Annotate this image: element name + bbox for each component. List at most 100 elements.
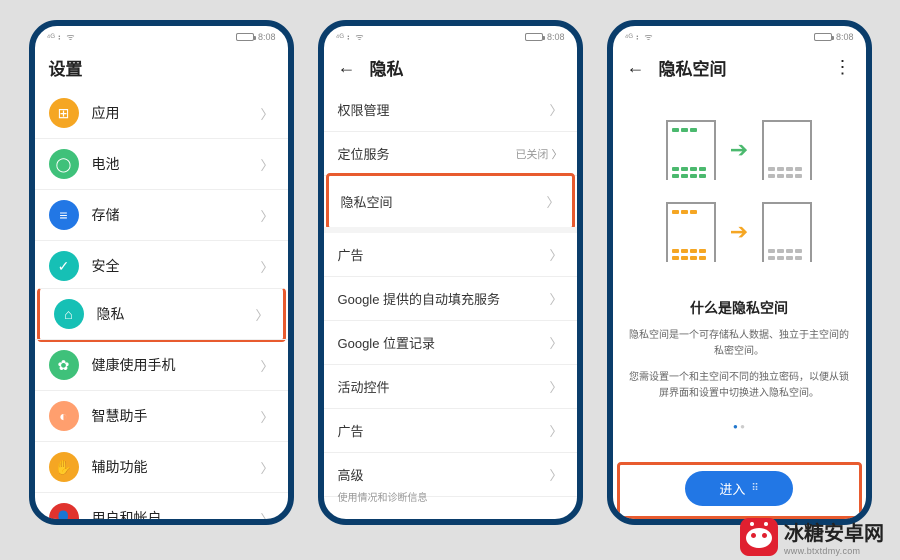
page-title: 设置 <box>49 55 83 80</box>
chevron-icon: 〉 <box>549 377 562 396</box>
item-label: 隐私空间 <box>341 192 393 211</box>
item-label: 安全 <box>92 256 248 276</box>
phone-privatespace: ⁴ᴳ ⠆ ᯤ 8:08 ← 隐私空间 ⋮ ➔ <box>607 20 872 525</box>
item-icon: ⊞ <box>49 98 79 128</box>
item-icon: ⌂ <box>54 299 84 329</box>
header: 设置 <box>35 45 288 88</box>
arrow-icon: ➔ <box>730 219 748 245</box>
signal-icon: ⁴ᴳ ⠆ ᯤ <box>47 30 75 43</box>
privacy-item[interactable]: Google 提供的自动填充服务 〉 <box>324 277 577 321</box>
more-icon[interactable]: ⋮ <box>834 57 852 78</box>
header: ← 隐私 <box>324 45 577 88</box>
privacy-item[interactable]: 广告 〉 <box>324 227 577 277</box>
settings-item[interactable]: ⊞ 应用〉 <box>35 88 288 138</box>
back-icon[interactable]: ← <box>627 57 645 78</box>
item-label: 活动控件 <box>338 377 390 396</box>
back-icon[interactable]: ← <box>338 57 356 78</box>
settings-item[interactable]: ✓安全〉 <box>35 240 288 291</box>
chevron-icon: 〉 <box>549 289 562 308</box>
settings-list: ⊞应用〉◯电池〉≡存储〉✓安全〉⌂隐私〉✿健康使用手机〉◐智慧助手〉✋辅助功能〉… <box>35 88 288 519</box>
item-label: 高级 <box>338 465 364 484</box>
item-label: 电池 <box>92 154 248 174</box>
page-title: 隐私空间 <box>659 55 727 80</box>
chevron-icon: 〉 <box>260 206 273 225</box>
intro-text-1: 隐私空间是一个可存储私人数据、独立于主空间的私密空间。 <box>629 328 850 360</box>
phone-privacy: ⁴ᴳ ⠆ ᯤ 8:08 ← 隐私 权限管理〉定位服务已关闭 〉隐私空间〉广告〉G… <box>318 20 583 525</box>
statusbar: ⁴ᴳ ⠆ ᯤ 8:08 <box>613 26 866 45</box>
item-label: Google 位置记录 <box>338 333 436 352</box>
item-icon: ✋ <box>49 452 79 482</box>
privacy-item[interactable]: Google 位置记录 〉 <box>324 321 577 365</box>
privacy-item[interactable]: 权限管理 〉 <box>324 88 577 132</box>
header: ← 隐私空间 ⋮ <box>613 45 866 88</box>
privacy-item[interactable]: 活动控件 〉 <box>324 365 577 409</box>
paw-icon: ⠿ <box>751 483 758 494</box>
item-label: Google 提供的自动填充服务 <box>338 289 501 308</box>
page-title: 隐私 <box>370 55 404 80</box>
status-time: 8:08 <box>836 32 854 42</box>
item-label: 应用 <box>92 103 248 123</box>
illustration-row-2: ➔ <box>666 202 812 262</box>
learn-more-link[interactable]: 了解更多隐私功能 <box>324 514 577 519</box>
brand-name: 冰糖安卓网 <box>784 517 884 546</box>
item-icon: ◯ <box>49 149 79 179</box>
intro-text-2: 您需设置一个和主空间不同的独立密码，以便从锁屏界面和设置中切换进入隐私空间。 <box>629 370 850 402</box>
settings-item[interactable]: 👤 用户和帐户 〉 <box>35 492 288 519</box>
item-label: 智慧助手 <box>92 406 248 426</box>
intro-title: 什么是隐私空间 <box>690 298 788 318</box>
status-time: 8:08 <box>258 32 276 42</box>
item-sublabel: 使用情况和诊断信息 <box>324 489 577 514</box>
settings-item[interactable]: ✿ 健康使用手机〉 <box>35 339 288 390</box>
statusbar: ⁴ᴳ ⠆ ᯤ 8:08 <box>35 26 288 45</box>
statusbar: ⁴ᴳ ⠆ ᯤ 8:08 <box>324 26 577 45</box>
enter-highlight: 进入 ⠿ <box>617 462 862 519</box>
enter-button[interactable]: 进入 ⠿ <box>685 471 792 506</box>
item-label: 定位服务 <box>338 144 390 163</box>
settings-item[interactable]: ✋ 辅助功能〉 <box>35 441 288 492</box>
settings-item[interactable]: ≡ 存储〉 <box>35 189 288 240</box>
signal-icon: ⁴ᴳ ⠆ ᯤ <box>336 30 364 43</box>
item-icon: 👤 <box>49 503 79 519</box>
brand-icon <box>740 518 778 556</box>
item-label: 隐私 <box>97 304 243 324</box>
chevron-icon: 〉 <box>260 356 273 375</box>
chevron-icon: 〉 <box>549 100 562 119</box>
signal-icon: ⁴ᴳ ⠆ ᯤ <box>625 30 653 43</box>
item-label: 用户和帐户 <box>92 508 248 519</box>
illustration-row-1: ➔ <box>666 120 812 180</box>
chevron-icon: 〉 <box>546 192 559 211</box>
enter-label: 进入 <box>719 479 745 498</box>
item-label: 广告 <box>338 421 364 440</box>
item-icon: ≡ <box>49 200 79 230</box>
privacy-list: 权限管理〉定位服务已关闭 〉隐私空间〉广告〉Google 提供的自动填充服务〉G… <box>324 88 577 519</box>
arrow-icon: ➔ <box>730 137 748 163</box>
brand-url: www.btxtdmy.com <box>784 546 884 556</box>
brand-logo: 冰糖安卓网 www.btxtdmy.com <box>740 517 884 556</box>
item-label: 健康使用手机 <box>92 355 248 375</box>
phone-settings: ⁴ᴳ ⠆ ᯤ 8:08 设置 ⊞应用〉◯电池〉≡存储〉✓安全〉⌂隐私〉✿健康使用… <box>29 20 294 525</box>
chevron-icon: 〉 <box>260 104 273 123</box>
item-icon: ✓ <box>49 251 79 281</box>
settings-item[interactable]: ⌂隐私〉 <box>37 288 286 342</box>
privacy-item[interactable]: 隐私空间 〉 <box>326 173 575 230</box>
chevron-icon: 〉 <box>260 155 273 174</box>
chevron-icon: 〉 <box>549 465 562 484</box>
item-label: 辅助功能 <box>92 457 248 477</box>
chevron-icon: 〉 <box>549 333 562 352</box>
settings-item[interactable]: ◯ 电池〉 <box>35 138 288 189</box>
item-label: 存储 <box>92 205 248 225</box>
chevron-icon: 〉 <box>260 458 273 477</box>
chevron-icon: 〉 <box>549 421 562 440</box>
item-label: 广告 <box>338 245 364 264</box>
status-time: 8:08 <box>547 32 565 42</box>
item-label: 权限管理 <box>338 100 390 119</box>
privacy-item[interactable]: 广告 〉 <box>324 409 577 453</box>
item-icon: ✿ <box>49 350 79 380</box>
item-value: 已关闭 〉 <box>515 146 562 162</box>
privacy-item[interactable]: 定位服务 已关闭 〉 <box>324 132 577 176</box>
chevron-icon: 〉 <box>260 407 273 426</box>
chevron-icon: 〉 <box>260 509 273 520</box>
page-indicator: ● ● <box>733 422 745 431</box>
settings-item[interactable]: ◐智慧助手〉 <box>35 390 288 441</box>
chevron-icon: 〉 <box>549 245 562 264</box>
